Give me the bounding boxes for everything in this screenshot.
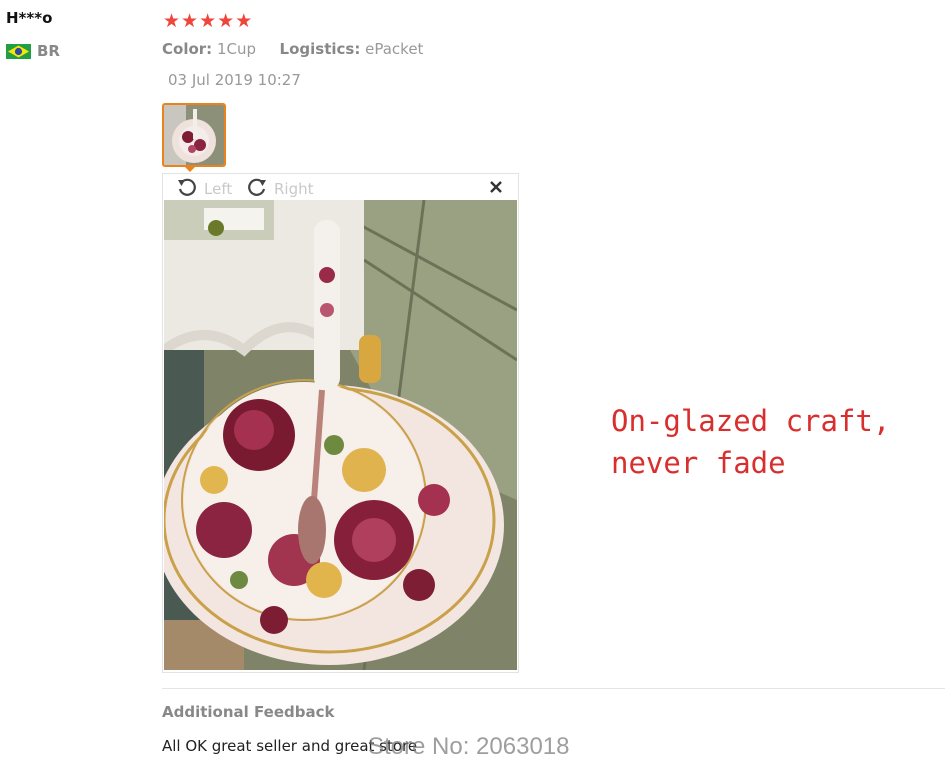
rotate-right-label: Right [274, 180, 314, 198]
rotate-left-label: Left [204, 180, 233, 198]
review-date: 03 Jul 2019 10:27 [168, 71, 301, 89]
star-icon: ★ [199, 10, 217, 32]
star-icon: ★ [217, 10, 235, 32]
reviewer-name: H***o [6, 9, 53, 27]
rotate-left-button[interactable]: Left [176, 177, 232, 201]
close-viewer-button[interactable] [486, 177, 506, 197]
divider [162, 688, 945, 689]
color-label: Color: [162, 40, 213, 58]
reviewer-country: BR [6, 41, 60, 61]
logistics-label: Logistics: [279, 40, 361, 58]
close-icon [486, 181, 506, 201]
review-photo-thumbnail[interactable] [162, 103, 226, 167]
star-icon: ★ [235, 10, 253, 32]
review-photo [154, 198, 518, 671]
logistics-value: ePacket [365, 40, 424, 58]
image-viewer: Left Right [154, 173, 519, 673]
thumbnail-pointer [183, 165, 197, 172]
star-icon: ★ [163, 10, 181, 32]
country-code: BR [37, 42, 60, 60]
store-watermark: Store No: 2063018 [368, 733, 570, 760]
order-meta: Color: 1Cup Logistics: ePacket [162, 40, 423, 58]
additional-feedback-title: Additional Feedback [162, 703, 335, 721]
brazil-flag-icon [6, 43, 31, 59]
star-icon: ★ [181, 10, 199, 32]
rotate-right-button[interactable]: Right [246, 177, 314, 201]
rotate-left-icon [176, 177, 198, 201]
rating-stars: ★ ★ ★ ★ ★ [163, 10, 252, 32]
color-value: 1Cup [216, 40, 256, 58]
overlay-caption: On-glazed craft, never fade [611, 404, 891, 480]
viewer-toolbar: Left Right [163, 174, 518, 200]
rotate-right-icon [246, 177, 268, 201]
